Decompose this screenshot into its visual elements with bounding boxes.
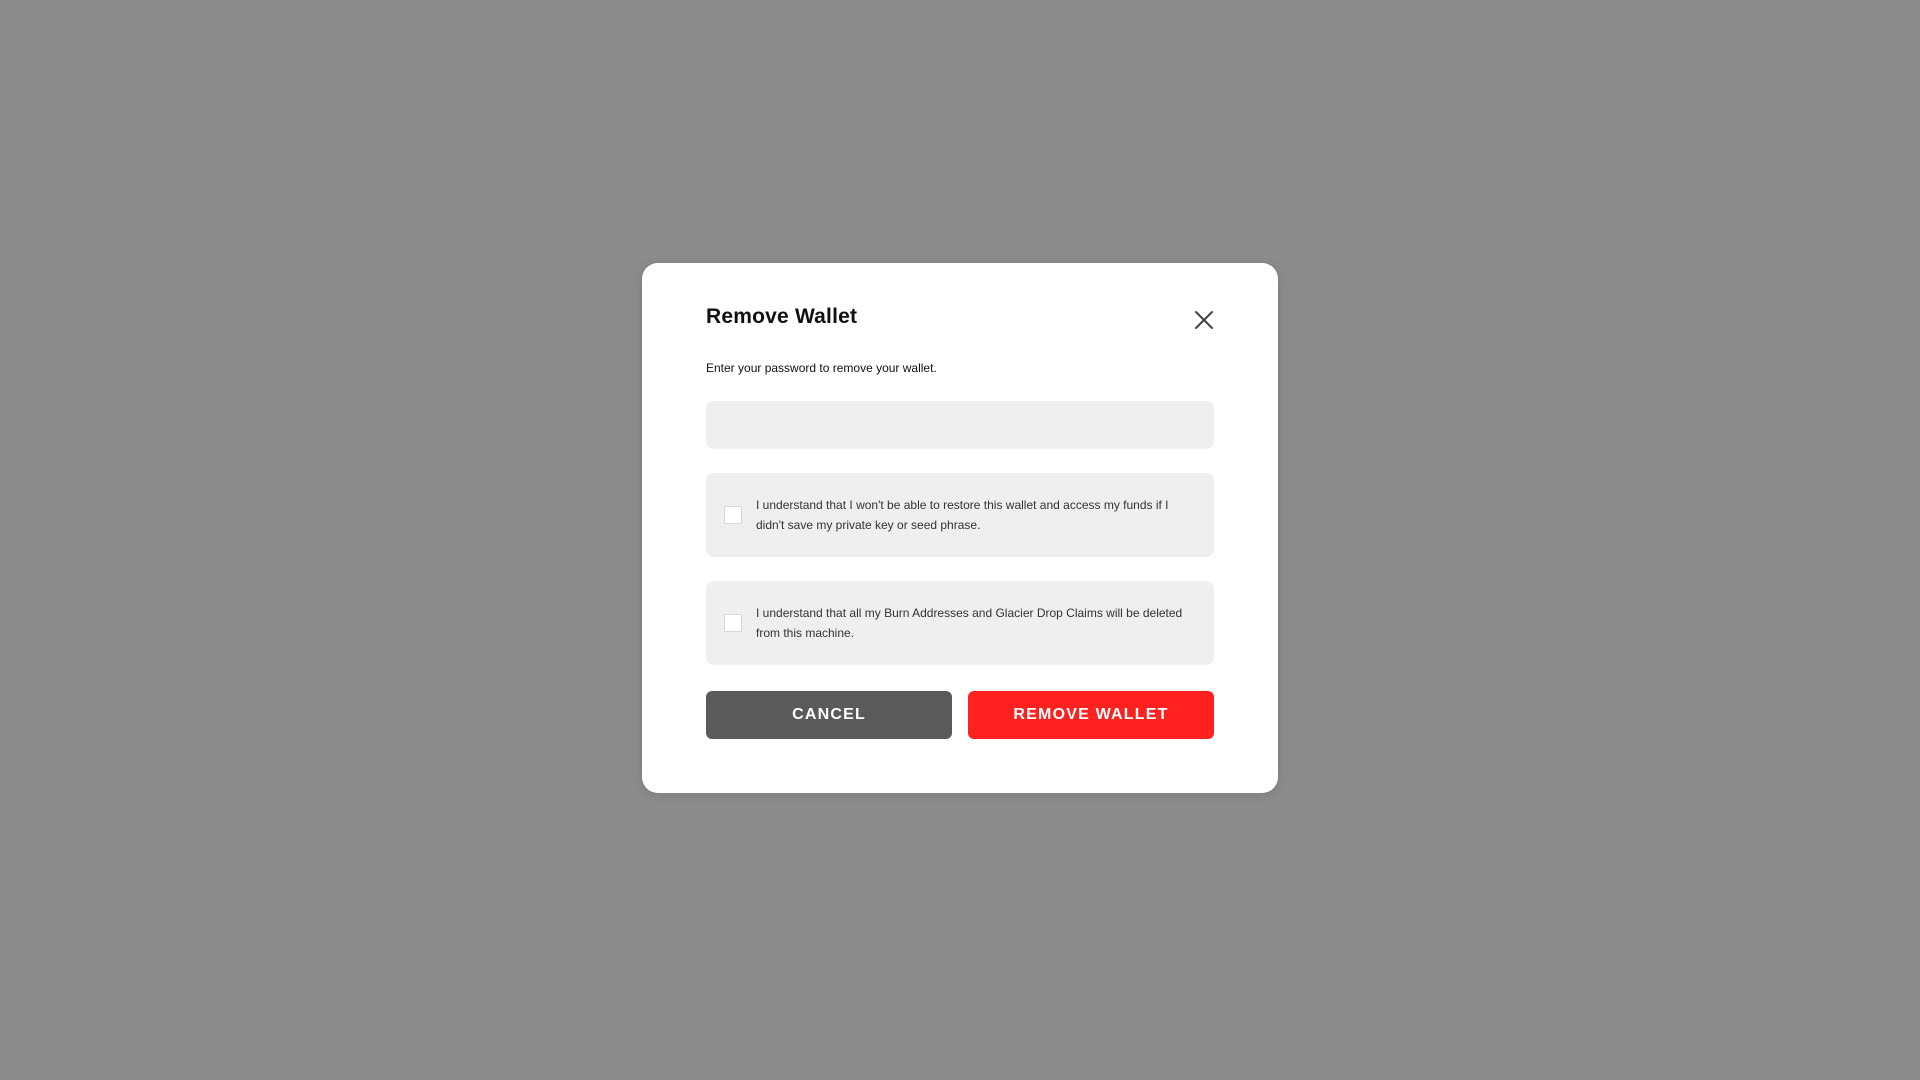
confirm-delete-claims-label: I understand that all my Burn Addresses … — [756, 606, 1183, 640]
confirm-restore-option[interactable]: I understand that I won't be able to res… — [706, 473, 1214, 557]
remove-wallet-button[interactable]: REMOVE WALLET — [968, 691, 1214, 739]
cancel-button[interactable]: CANCEL — [706, 691, 952, 739]
remove-wallet-dialog: Remove Wallet Enter your password to rem… — [642, 263, 1278, 793]
confirm-delete-claims-option[interactable]: I understand that all my Burn Addresses … — [706, 581, 1214, 665]
dialog-subtitle: Enter your password to remove your walle… — [706, 361, 937, 375]
close-button[interactable] — [1192, 308, 1216, 332]
confirm-restore-label: I understand that I won't be able to res… — [756, 498, 1169, 532]
dialog-title: Remove Wallet — [706, 305, 858, 328]
password-input[interactable] — [706, 401, 1214, 449]
close-icon — [1195, 311, 1213, 329]
confirm-restore-checkbox[interactable] — [724, 506, 742, 524]
confirm-delete-claims-checkbox[interactable] — [724, 614, 742, 632]
